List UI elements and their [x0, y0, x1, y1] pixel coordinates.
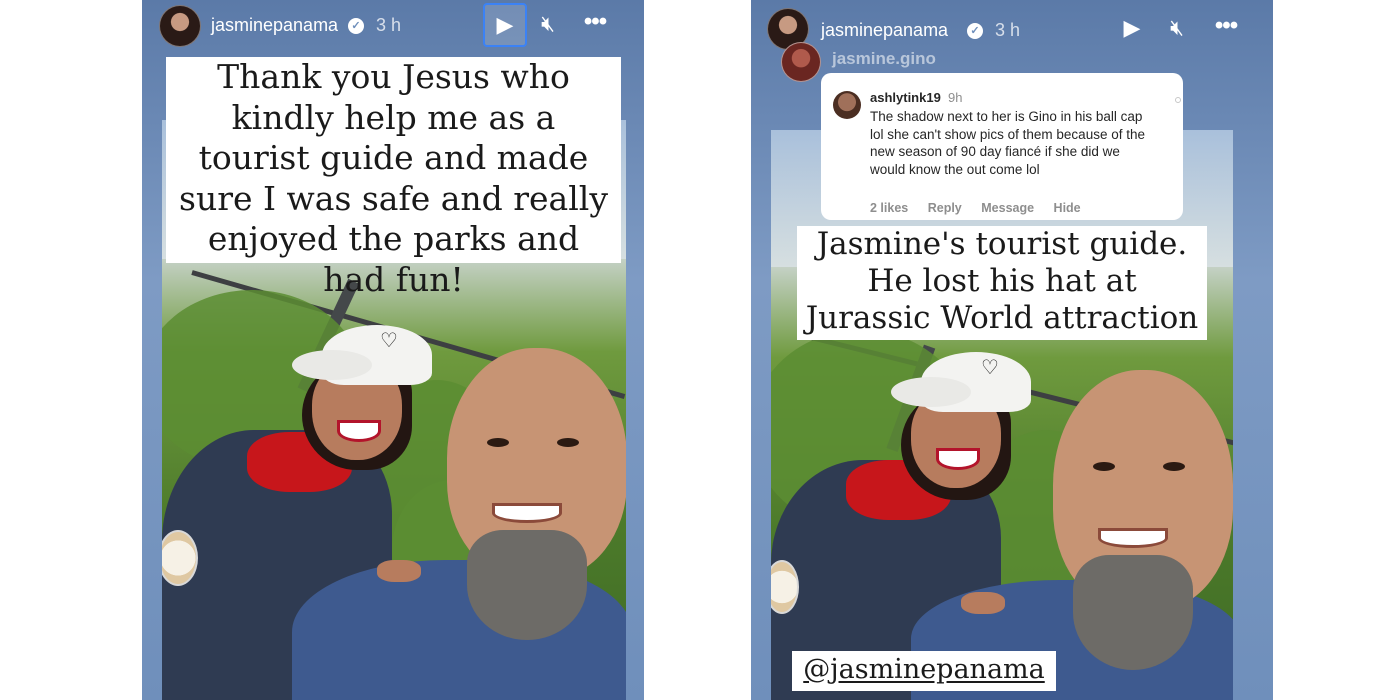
verified-badge-icon: ✓ [967, 23, 983, 39]
cap-brim [891, 377, 971, 407]
comment-text: The shadow next to her is Gino in his ba… [870, 109, 1145, 177]
play-icon: ▶ [1123, 15, 1141, 40]
more-icon: ••• [1214, 12, 1238, 39]
woman-hand [377, 560, 421, 582]
verified-badge-icon: ✓ [348, 18, 364, 34]
story-header: jasminepanama ✓ 3 h ▶ 🔇︎ ••• [751, 0, 1273, 54]
play-icon: ▶ [496, 12, 514, 37]
username[interactable]: jasminepanama [211, 15, 338, 36]
man-eye [1093, 462, 1115, 471]
woman-smile [337, 420, 381, 442]
comment-time: 9h [948, 90, 963, 105]
commenter-avatar[interactable] [833, 91, 861, 119]
woman-smile [936, 448, 980, 470]
mute-icon: 🔇︎ [1170, 15, 1184, 40]
mute-icon: 🔇︎ [541, 11, 555, 36]
more-button[interactable]: ••• [578, 7, 612, 41]
man-beard [1073, 555, 1193, 670]
reply-button[interactable]: Reply [928, 201, 962, 215]
post-time: 3 h [995, 20, 1021, 40]
commenter-username[interactable]: ashlytink19 [870, 90, 941, 105]
more-icon: ••• [583, 8, 607, 35]
story-right[interactable]: ♡ jasminepanama ✓ 3 h ▶ 🔇︎ ••• jasmine.g… [751, 0, 1273, 700]
profile-avatar[interactable] [159, 5, 201, 47]
heart-logo-icon: ♡ [380, 330, 398, 352]
message-button[interactable]: Message [981, 201, 1034, 215]
man-beard [467, 530, 587, 640]
story-left[interactable]: ♡ jasminepanama ✓ 3 h ▶ 🔇︎ ••• Thank you… [142, 0, 644, 700]
comment-actions: 2 likes Reply Message Hide [870, 201, 1097, 215]
comment-likes[interactable]: 2 likes [870, 201, 908, 215]
story-caption: Jasmine's tourist guide. He lost his hat… [797, 226, 1207, 340]
shared-from-avatar[interactable] [781, 42, 821, 82]
mention-text[interactable]: @jasminepanama [803, 654, 1045, 685]
mention-sticker[interactable]: @jasminepanama [792, 651, 1056, 691]
story-caption: Thank you Jesus who kindly help me as a … [166, 57, 621, 299]
cap-brim [292, 350, 372, 380]
mute-button[interactable]: 🔇︎ [531, 9, 565, 43]
man-eye [557, 438, 579, 447]
play-button[interactable]: ▶ [1115, 13, 1149, 47]
heart-logo-icon: ♡ [981, 357, 999, 379]
man-eye [1163, 462, 1185, 471]
username[interactable]: jasminepanama [821, 20, 948, 41]
mute-button[interactable]: 🔇︎ [1160, 13, 1194, 47]
story-header: jasminepanama ✓ 3 h ▶ 🔇︎ ••• [142, 0, 644, 54]
play-button[interactable]: ▶ [483, 3, 527, 47]
comment-card[interactable]: ashlytink19 9h The shadow next to her is… [821, 73, 1183, 220]
shared-from-username[interactable]: jasmine.gino [832, 49, 936, 69]
man-smile [492, 503, 562, 523]
woman-hand [961, 592, 1005, 614]
hide-button[interactable]: Hide [1054, 201, 1081, 215]
more-button[interactable]: ••• [1209, 11, 1243, 45]
man-eye [487, 438, 509, 447]
post-time: 3 h [376, 15, 402, 35]
comment-like-icon[interactable] [1175, 97, 1181, 103]
man-smile [1098, 528, 1168, 548]
